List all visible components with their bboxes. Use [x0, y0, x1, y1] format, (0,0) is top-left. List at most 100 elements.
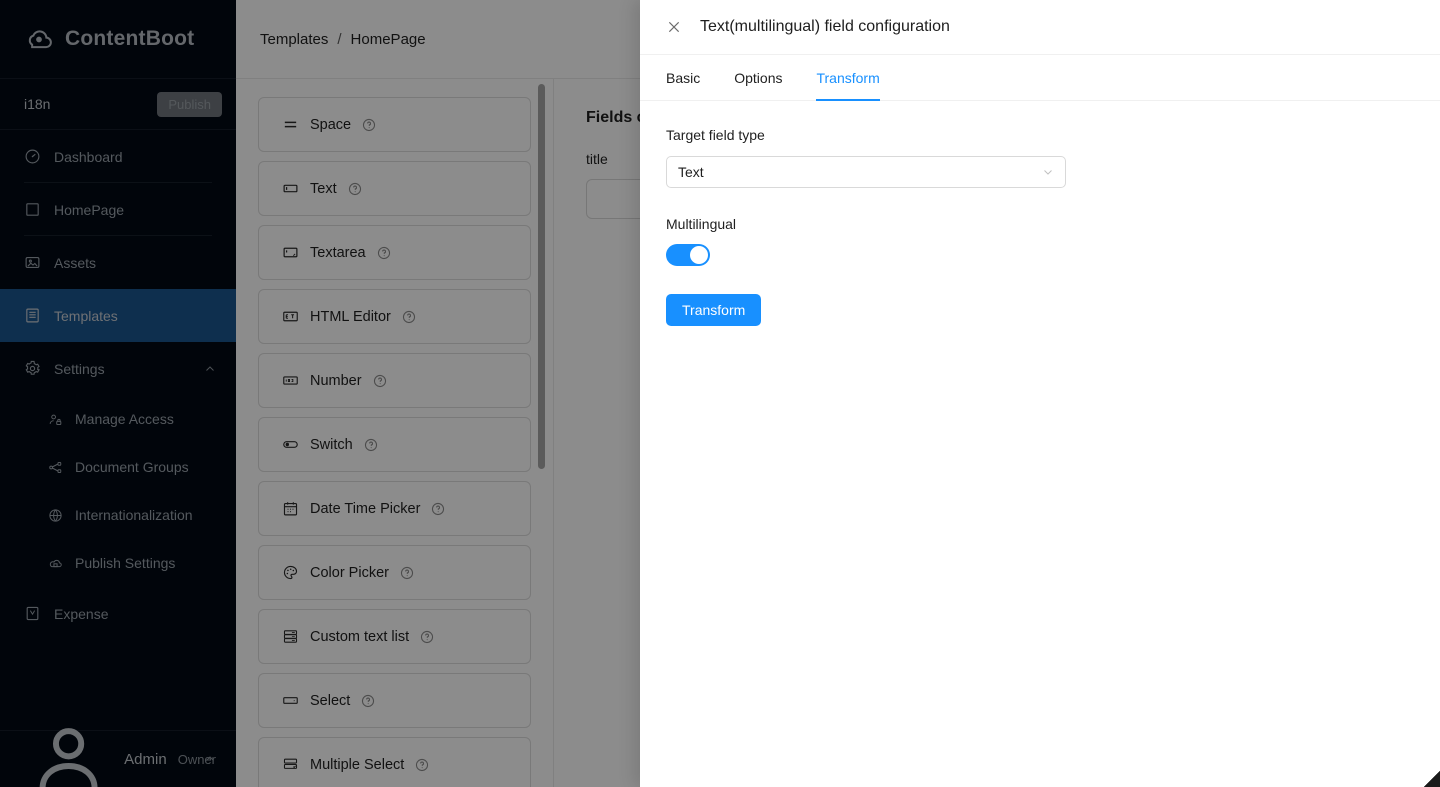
field-type-color-picker[interactable]: Color Picker [258, 545, 531, 600]
dashboard-icon [25, 149, 40, 164]
help-icon[interactable] [415, 758, 429, 772]
template-icon [26, 308, 39, 323]
text-input-icon [283, 184, 298, 193]
field-type-custom-text-list[interactable]: Custom text list [258, 609, 531, 664]
field-type-label: Multiple Select [310, 756, 405, 773]
html-editor-icon [283, 311, 298, 322]
breadcrumb-current[interactable]: HomePage [351, 31, 426, 48]
sidebar-item-label: Document Groups [75, 459, 189, 475]
field-type-select[interactable]: Select [258, 673, 531, 728]
field-type-label: Space [310, 116, 352, 133]
drawer-title: Text(multilingual) field configuration [700, 18, 950, 35]
field-type-label: Number [310, 372, 362, 389]
field-type-label: Textarea [310, 244, 366, 261]
field-type-number[interactable]: Number [258, 353, 531, 408]
help-icon[interactable] [361, 694, 375, 708]
toggle-knob [690, 246, 708, 264]
sidebar-item-homepage[interactable]: HomePage [0, 183, 236, 236]
sidebar-item-manage-access[interactable]: Manage Access [0, 395, 236, 443]
help-icon[interactable] [400, 566, 414, 580]
help-icon[interactable] [364, 438, 378, 452]
textarea-icon [283, 247, 298, 258]
field-type-switch[interactable]: Switch [258, 417, 531, 472]
chevron-up-icon [206, 756, 214, 761]
field-type-date-time-picker[interactable]: Date Time Picker [258, 481, 531, 536]
palette-icon [283, 565, 298, 580]
help-icon[interactable] [431, 502, 445, 516]
sidebar-item-label: Manage Access [75, 411, 174, 427]
field-type-label: Custom text list [310, 628, 410, 645]
user-icon [39, 728, 98, 787]
sidebar-item-document-groups[interactable]: Document Groups [0, 443, 236, 491]
cursor-pointer-icon [1424, 771, 1440, 787]
sidebar-item-settings[interactable]: Settings [0, 342, 236, 395]
field-type-html-editor[interactable]: HTML Editor [258, 289, 531, 344]
help-icon[interactable] [373, 374, 387, 388]
square-icon [26, 203, 39, 216]
help-icon[interactable] [402, 310, 416, 324]
field-type-label: Color Picker [310, 564, 389, 581]
sidebar-item-label: Internationalization [75, 507, 193, 523]
help-icon[interactable] [362, 118, 376, 132]
lines-icon [284, 121, 297, 128]
help-icon[interactable] [420, 630, 434, 644]
target-field-type-value: Text [678, 164, 704, 180]
publish-button[interactable]: Publish [157, 91, 222, 117]
tab-options[interactable]: Options [734, 55, 782, 100]
field-list-scrollbar[interactable] [538, 84, 545, 469]
sidebar: ContentBoot i18n Publish Dashboard HomeP… [0, 0, 236, 787]
help-icon[interactable] [377, 246, 391, 260]
field-type-multiple-select[interactable]: Multiple Select [258, 737, 531, 787]
field-type-textarea[interactable]: Textarea [258, 225, 531, 280]
user-menu[interactable]: Admin Owner [0, 728, 236, 787]
field-type-label: Text [310, 180, 337, 197]
sidebar-item-templates[interactable]: Templates [0, 289, 236, 342]
sidebar-item-publish-settings[interactable]: Publish Settings [0, 539, 236, 587]
cloud-icon [28, 30, 52, 49]
sidebar-item-label: HomePage [54, 201, 125, 218]
sidebar-item-dashboard[interactable]: Dashboard [0, 130, 236, 183]
workspace-row: i18n Publish [0, 79, 236, 130]
target-field-type-select[interactable]: Text [666, 156, 1066, 188]
chevron-up-icon [206, 365, 214, 371]
sidebar-item-label: Settings [54, 360, 105, 377]
list-icon [283, 630, 298, 643]
sitemap-icon [49, 461, 62, 473]
breadcrumb-separator: / [337, 30, 342, 48]
gear-icon [25, 360, 40, 375]
user-lock-icon [49, 414, 62, 425]
sidebar-nav: Dashboard HomePage Assets Templates Sett… [0, 130, 236, 730]
multi-select-icon [283, 758, 298, 769]
sidebar-item-expense[interactable]: Expense [0, 587, 236, 640]
brand-name: ContentBoot [65, 27, 195, 50]
tab-transform[interactable]: Transform [816, 55, 881, 101]
sidebar-item-internationalization[interactable]: Internationalization [0, 491, 236, 539]
drawer-header: Text(multilingual) field configuration [640, 0, 1440, 55]
user-name: Admin [124, 750, 167, 768]
transform-button[interactable]: Transform [666, 294, 762, 326]
expense-icon [26, 606, 39, 621]
multilingual-label: Multilingual [666, 216, 737, 232]
tab-basic[interactable]: Basic [666, 55, 700, 100]
sidebar-item-label: Dashboard [54, 148, 123, 165]
number-icon [283, 376, 298, 385]
close-icon[interactable] [666, 19, 682, 35]
drawer-body: Target field type Text Multilingual Tran… [640, 101, 1440, 326]
help-icon[interactable] [348, 182, 362, 196]
field-type-label: Switch [310, 436, 353, 453]
field-type-label: Date Time Picker [310, 500, 421, 517]
app-root: ContentBoot i18n Publish Dashboard HomeP… [0, 0, 1440, 787]
switch-icon [283, 441, 298, 448]
breadcrumb-root[interactable]: Templates [260, 31, 328, 48]
brand-header[interactable]: ContentBoot [0, 0, 236, 79]
sidebar-item-assets[interactable]: Assets [0, 236, 236, 289]
globe-icon [49, 508, 62, 522]
multilingual-toggle[interactable] [666, 244, 710, 266]
field-configuration-drawer: Text(multilingual) field configuration B… [640, 0, 1440, 787]
field-type-space[interactable]: Space [258, 97, 531, 152]
sidebar-item-label: Expense [54, 605, 109, 622]
field-type-text[interactable]: Text [258, 161, 531, 216]
sidebar-item-label: Publish Settings [75, 555, 176, 571]
publish-icon [49, 559, 62, 567]
chevron-down-icon [1044, 170, 1052, 175]
